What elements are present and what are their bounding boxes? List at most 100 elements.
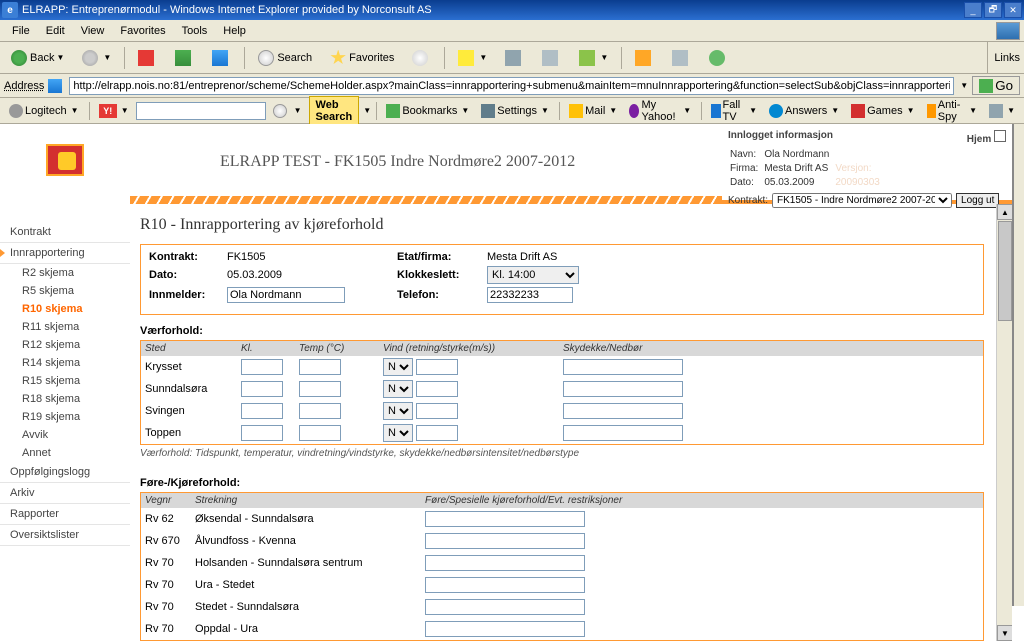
nav-avvik[interactable]: Avvik — [0, 426, 130, 444]
web-search-button[interactable]: Web Search — [309, 96, 360, 126]
nav-r5[interactable]: R5 skjema — [0, 282, 130, 300]
kl-input[interactable] — [241, 403, 283, 419]
edit-button[interactable] — [535, 47, 568, 69]
minimize-button[interactable]: _ — [964, 2, 982, 18]
nav-arkiv[interactable]: Arkiv — [0, 483, 130, 504]
favorites-button[interactable]: Favorites — [323, 47, 401, 69]
menu-edit[interactable]: Edit — [38, 23, 73, 39]
yahoo-search-input[interactable] — [136, 102, 266, 120]
styrke-input[interactable] — [416, 359, 458, 375]
tv-icon — [711, 104, 720, 118]
klokkeslett-select[interactable]: Kl. 14:00 — [487, 266, 579, 284]
nav-r19[interactable]: R19 skjema — [0, 408, 130, 426]
navn-value: Ola Nordmann — [764, 149, 833, 161]
telefon-input[interactable] — [487, 287, 573, 303]
folder-button[interactable] — [628, 47, 661, 69]
scroll-thumb[interactable] — [998, 221, 1012, 321]
menu-tools[interactable]: Tools — [174, 23, 216, 39]
sky-input[interactable] — [563, 403, 683, 419]
menu-help[interactable]: Help — [215, 23, 254, 39]
games-button[interactable]: Games▼ — [846, 102, 919, 120]
nav-r18[interactable]: R18 skjema — [0, 390, 130, 408]
nav-r15[interactable]: R15 skjema — [0, 372, 130, 390]
falltv-button[interactable]: Fall TV▼ — [706, 97, 762, 125]
temp-input[interactable] — [299, 359, 341, 375]
myyahoo-icon — [629, 104, 639, 118]
fore-input[interactable] — [425, 555, 585, 571]
myyahoo-button[interactable]: My Yahoo!▼ — [624, 97, 696, 125]
answers-button[interactable]: Answers▼ — [764, 102, 844, 120]
nav-r11[interactable]: R11 skjema — [0, 318, 130, 336]
temp-input[interactable] — [299, 403, 341, 419]
bookmarks-button[interactable]: Bookmarks▼ — [381, 102, 474, 120]
home-button[interactable] — [205, 47, 238, 69]
styrke-input[interactable] — [416, 425, 458, 441]
nav-r14[interactable]: R14 skjema — [0, 354, 130, 372]
fore-input[interactable] — [425, 511, 585, 527]
fore-input[interactable] — [425, 577, 585, 593]
antispy-button[interactable]: Anti-Spy▼ — [922, 97, 983, 125]
yahoo-button[interactable]: Y!▼ — [94, 102, 134, 120]
menu-favorites[interactable]: Favorites — [112, 23, 173, 39]
search-dropdown[interactable]: ▼ — [268, 102, 307, 120]
styrke-input[interactable] — [416, 381, 458, 397]
people-button[interactable] — [702, 47, 735, 69]
mail-button-yahoo[interactable]: Mail▼ — [564, 102, 622, 120]
styrke-input[interactable] — [416, 403, 458, 419]
messenger-button[interactable]: ▼ — [572, 47, 615, 69]
maximize-button[interactable]: 🗗 — [984, 2, 1002, 18]
nav-annet[interactable]: Annet — [0, 444, 130, 462]
back-button[interactable]: Back ▼ — [4, 47, 71, 69]
search-button[interactable]: Search — [251, 47, 319, 69]
innmelder-input[interactable] — [227, 287, 345, 303]
forward-button[interactable]: ▼ — [75, 47, 118, 69]
print-button[interactable] — [498, 47, 531, 69]
retning-select[interactable]: N — [383, 380, 413, 398]
scroll-up-button[interactable]: ▲ — [997, 204, 1012, 220]
stop-button[interactable] — [131, 47, 164, 69]
links-panel[interactable]: Links — [987, 42, 1020, 73]
nav-oversikt[interactable]: Oversiktslister — [0, 525, 130, 546]
onenote-button[interactable] — [665, 47, 698, 69]
sted-value: Svingen — [141, 403, 237, 419]
sky-input[interactable] — [563, 425, 683, 441]
logitech-button[interactable]: Logitech▼ — [4, 102, 84, 120]
refresh-button[interactable] — [168, 47, 201, 69]
settings-button[interactable]: Settings▼ — [476, 102, 554, 120]
address-input[interactable] — [69, 77, 954, 95]
temp-input[interactable] — [299, 381, 341, 397]
kl-input[interactable] — [241, 425, 283, 441]
veg-value: Rv 70 — [145, 623, 195, 635]
nav-kontrakt[interactable]: Kontrakt — [0, 222, 130, 243]
websearch-dropdown[interactable]: ▼ — [363, 106, 371, 115]
retning-select[interactable]: N — [383, 424, 413, 442]
scroll-down-button[interactable]: ▼ — [997, 625, 1012, 641]
mail-button[interactable]: ▼ — [451, 47, 494, 69]
nav-r10[interactable]: R10 skjema — [0, 300, 130, 318]
nav-rapporter[interactable]: Rapporter — [0, 504, 130, 525]
vertical-scrollbar[interactable]: ▲ ▼ — [996, 204, 1012, 641]
nav-oppfolging[interactable]: Oppfølgingslogg — [0, 462, 130, 483]
sky-input[interactable] — [563, 359, 683, 375]
go-button[interactable]: Go — [972, 76, 1020, 95]
fore-input[interactable] — [425, 621, 585, 637]
home-small-icon[interactable] — [994, 130, 1006, 142]
fore-input[interactable] — [425, 599, 585, 615]
home-link[interactable]: Hjem — [967, 134, 991, 145]
nav-innrapportering[interactable]: Innrapportering — [0, 243, 130, 264]
address-dropdown[interactable]: ▼ — [960, 81, 968, 90]
menu-view[interactable]: View — [73, 23, 113, 39]
nav-r2[interactable]: R2 skjema — [0, 264, 130, 282]
history-button[interactable] — [405, 47, 438, 69]
kl-input[interactable] — [241, 381, 283, 397]
sky-input[interactable] — [563, 381, 683, 397]
retning-select[interactable]: N — [383, 402, 413, 420]
pencil-button[interactable]: ▼ — [984, 102, 1020, 120]
retning-select[interactable]: N — [383, 358, 413, 376]
close-button[interactable]: ✕ — [1004, 2, 1022, 18]
kl-input[interactable] — [241, 359, 283, 375]
temp-input[interactable] — [299, 425, 341, 441]
nav-r12[interactable]: R12 skjema — [0, 336, 130, 354]
fore-input[interactable] — [425, 533, 585, 549]
menu-file[interactable]: File — [4, 23, 38, 39]
